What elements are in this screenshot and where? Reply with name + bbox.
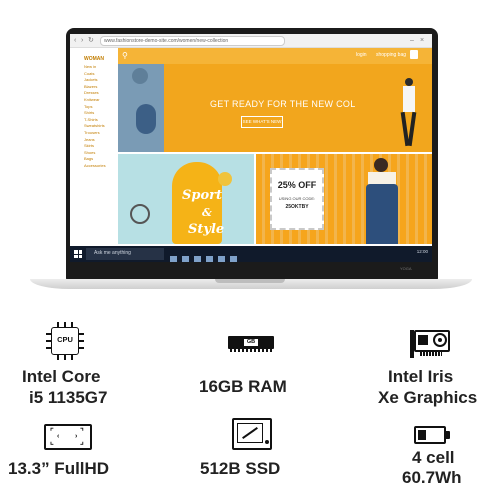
cpu-spec-line1: Intel Core xyxy=(22,367,101,386)
basketball-hoop-shape xyxy=(130,204,150,224)
sidebar-item: Jeans xyxy=(84,136,95,142)
close-icon: × xyxy=(420,37,425,44)
sidebar-item: Skirts xyxy=(84,143,94,149)
ram-icon: GB xyxy=(228,336,274,352)
refresh-icon: ↻ xyxy=(88,37,94,44)
battery-spec-line1: 4 cell xyxy=(412,448,455,467)
sidebar-item: Sweatshirts xyxy=(84,123,105,129)
discount-code-label: USING OUR CODE: xyxy=(278,196,316,201)
hero-photo-left xyxy=(118,64,164,152)
gpu-spec-line1: Intel Iris xyxy=(388,367,454,386)
login-link: login xyxy=(356,52,367,58)
sidebar-item: Coats xyxy=(84,70,95,76)
site-header: ⚲ login shopping bag xyxy=(118,48,432,64)
sidebar-list: New in Coats Jackets Blazers Dresses Knitwear… xyxy=(84,64,106,170)
taskbar-clock: 12:00 xyxy=(416,249,428,254)
hero-headline: GET READY FOR THE NEW COL xyxy=(210,99,356,109)
windows-start-icon xyxy=(74,250,82,258)
sidebar-item: Tops xyxy=(84,103,93,109)
site-sidebar: WOMAN New in Coats Jackets Blazers Dresses Kn… xyxy=(70,48,118,244)
battery-spec-line2: 60.7Wh xyxy=(402,468,462,487)
sidebar-item: Jackets xyxy=(84,77,98,83)
laptop-screen: ‹ › ↻ www.fashionstore-demo-site.com/wom… xyxy=(70,34,432,262)
shopping-bag-link: shopping bag xyxy=(376,52,407,58)
laptop-brand-tag: YOGA xyxy=(400,266,412,271)
sidebar-item: Shirts xyxy=(84,110,95,116)
battery-icon xyxy=(414,426,452,444)
storage-spec: 512B SSD xyxy=(200,459,281,478)
battery-level-fill xyxy=(418,430,427,440)
screen-spec: 13.3” FullHD xyxy=(8,459,110,478)
sidebar-item: Bags xyxy=(84,156,94,162)
banner-word-sport: Sport xyxy=(182,188,223,203)
sidebar-item: Knitwear xyxy=(84,96,100,102)
sidebar-item: New in xyxy=(84,64,97,69)
cpu-icon: CPU xyxy=(46,322,84,360)
sidebar-item: Shoes xyxy=(84,149,96,155)
basketball-shape xyxy=(218,172,232,186)
laptop-hinge-notch xyxy=(215,279,285,283)
sidebar-item: Trousers xyxy=(84,129,100,135)
browser-toolbar: ‹ › ↻ www.fashionstore-demo-site.com/wom… xyxy=(70,34,432,48)
sport-style-banner: Sport & Style xyxy=(118,154,254,244)
ram-spec: 16GB RAM xyxy=(199,377,287,396)
windows-taskbar: Ask me anything 12:00 xyxy=(70,246,432,262)
discount-ticket: 25% OFF USING OUR CODE: 25OKTBY xyxy=(270,168,324,230)
banner-word-style: Style xyxy=(188,222,225,237)
discount-code: 25OKTBY xyxy=(285,204,309,210)
forward-icon: › xyxy=(81,37,84,44)
minimize-icon: – xyxy=(410,37,414,44)
search-icon: ⚲ xyxy=(122,51,128,60)
taskbar-search: Ask me anything xyxy=(86,248,164,260)
gpu-spec-line2: Xe Graphics xyxy=(378,388,478,407)
sidebar-title: WOMAN xyxy=(84,56,104,62)
screen-size-icon: ⌜ ⌝ ⌞ ⌟ ‹ › xyxy=(44,424,92,450)
taskbar-app-icons xyxy=(170,250,242,262)
hero-banner: ⚲ login shopping bag GET READY FOR THE N… xyxy=(118,48,432,152)
banner-ampersand: & xyxy=(202,206,212,219)
cpu-spec-line2: i5 1135G7 xyxy=(29,388,108,407)
taskbar-search-label: Ask me anything xyxy=(94,250,131,256)
laptop-image: ‹ › ↻ www.fashionstore-demo-site.com/wom… xyxy=(0,0,500,300)
discount-banner: 25% OFF USING OUR CODE: 25OKTBY xyxy=(256,154,432,244)
sidebar-item: T-Shirts xyxy=(84,116,98,122)
hero-model-figure xyxy=(400,78,418,148)
graphics-card-icon xyxy=(410,330,454,358)
address-bar: www.fashionstore-demo-site.com/women/new… xyxy=(100,36,285,46)
shopping-bag-icon xyxy=(410,50,418,59)
sidebar-item: Blazers xyxy=(84,83,98,89)
banner-model-figure xyxy=(364,158,400,244)
discount-percent: 25% OFF xyxy=(277,180,317,190)
sidebar-item: Dresses xyxy=(84,90,99,96)
sidebar-item: Accessories xyxy=(84,162,106,168)
ssd-icon xyxy=(232,418,272,450)
back-icon: ‹ xyxy=(74,37,77,44)
hero-cta-button: SEE WHAT'S NEW xyxy=(241,116,283,128)
